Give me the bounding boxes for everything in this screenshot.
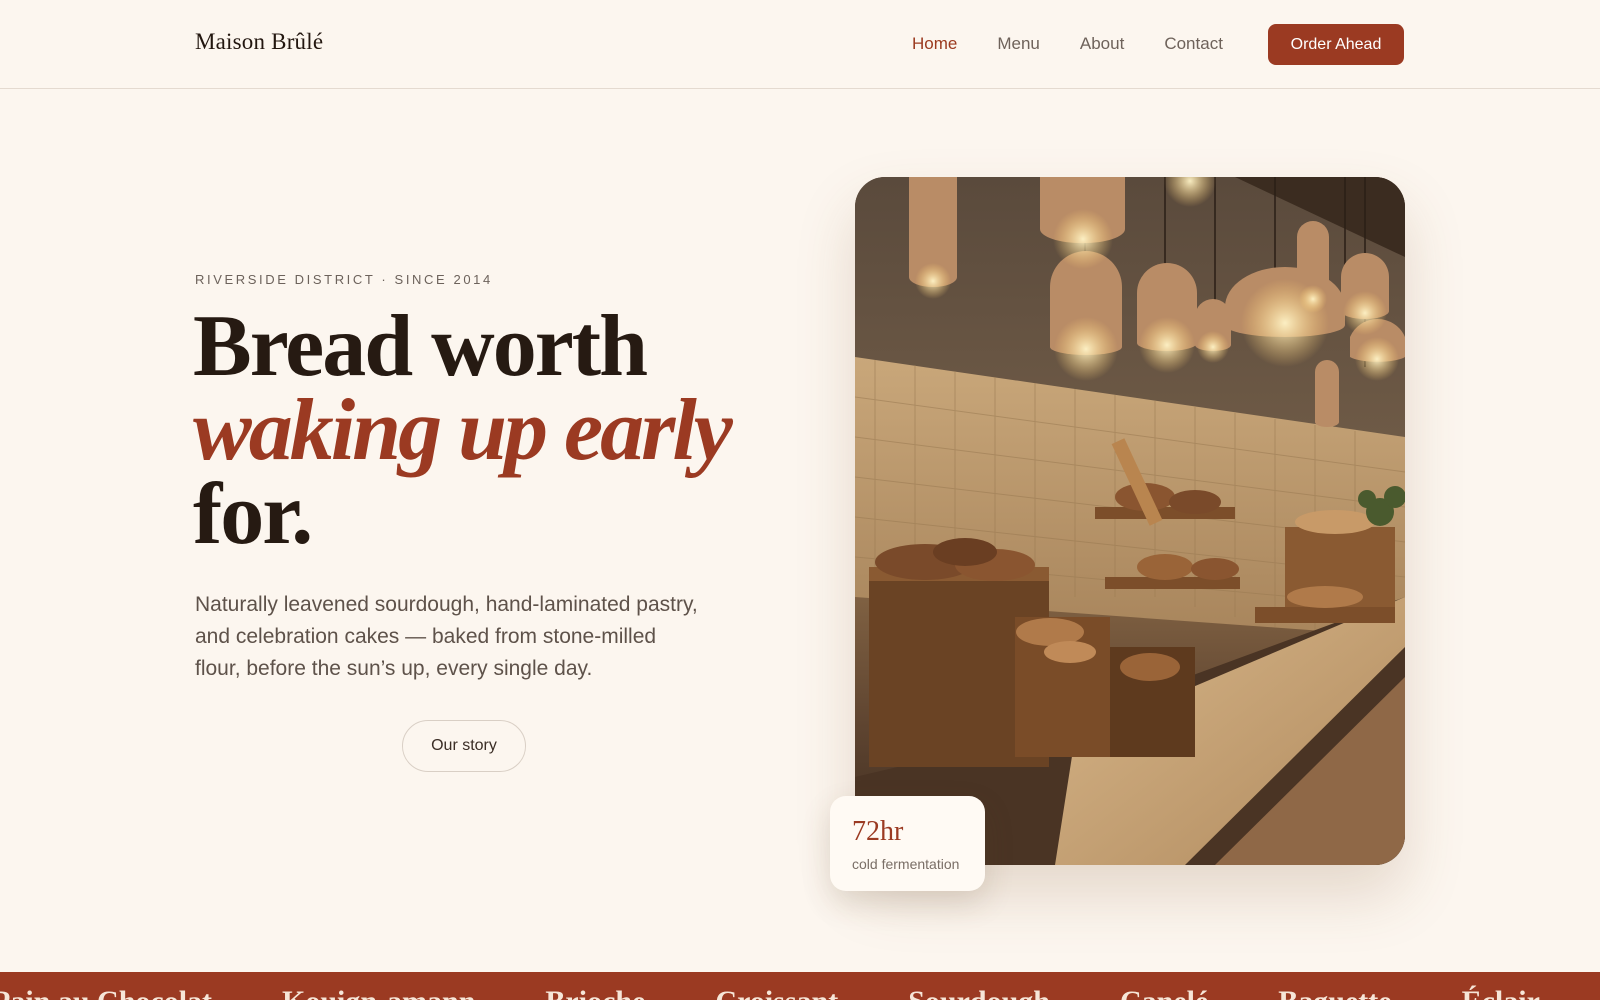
stat-value: 72hr	[852, 816, 904, 847]
bakery-illustration	[855, 177, 1405, 865]
product-ticker: Pain au Chocolat Kouign-amann Brioche Cr…	[0, 972, 1600, 1000]
nav-link-about[interactable]: About	[1080, 33, 1124, 55]
nav-link-home[interactable]: Home	[912, 33, 957, 55]
brand-logo[interactable]: Maison Brûlé	[195, 29, 323, 55]
ticker-item: Canelé	[1120, 985, 1208, 1000]
headline-accent: waking up early	[193, 382, 733, 479]
ticker-row: Pain au Chocolat Kouign-amann Brioche Cr…	[0, 985, 1600, 1000]
nav-link-menu[interactable]: Menu	[997, 33, 1040, 55]
ticker-item: Pain au Chocolat	[0, 985, 212, 1000]
ticker-item: Sourdough	[908, 985, 1050, 1000]
nav-link-contact[interactable]: Contact	[1164, 33, 1223, 55]
bakery-interior-photo	[855, 177, 1405, 865]
hero-headline: Bread worth waking up early for.	[193, 298, 753, 563]
ticker-item: Baguette	[1278, 985, 1391, 1000]
hero-lead: Naturally leavened sourdough, hand-lamin…	[195, 593, 698, 680]
hero-eyebrow: RIVERSIDE DISTRICT · SINCE 2014	[195, 272, 493, 287]
ticker-item: Brioche	[545, 985, 645, 1000]
headline-line-3: for.	[193, 466, 313, 563]
top-nav: Maison Brûlé Home Menu About Contact Ord…	[0, 0, 1600, 89]
nav-links: Home Menu About Contact	[912, 33, 1263, 55]
our-story-button[interactable]: Our story	[402, 720, 526, 772]
stat-label: cold fermentation	[852, 856, 960, 872]
fermentation-stat-card: 72hr cold fermentation	[830, 796, 985, 891]
order-ahead-button[interactable]: Order Ahead	[1268, 24, 1404, 65]
headline-line-1: Bread worth	[193, 298, 648, 395]
ticker-item: Croissant	[715, 985, 838, 1000]
ticker-item: Éclair	[1462, 985, 1540, 1000]
ticker-item: Kouign-amann	[282, 985, 475, 1000]
